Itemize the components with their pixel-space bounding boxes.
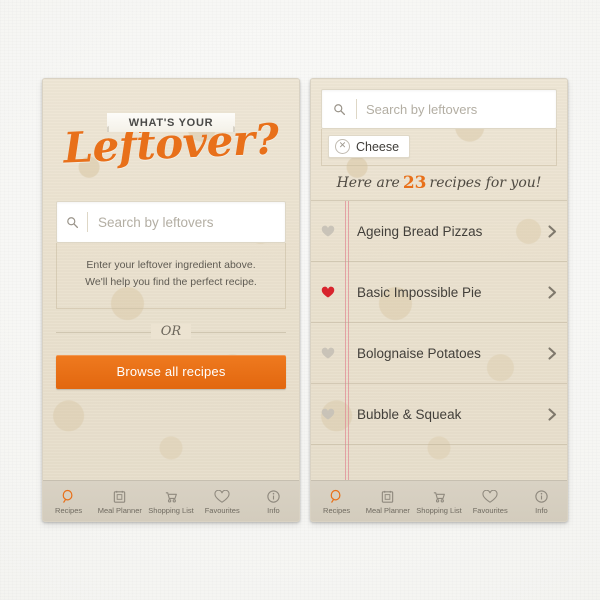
- tab-info[interactable]: Info: [248, 487, 299, 515]
- tab-bar-right: Recipes Meal Planner Shopping List Favou…: [311, 480, 567, 521]
- tab-label: Favourites: [472, 506, 508, 515]
- browse-all-recipes-button[interactable]: Browse all recipes: [56, 354, 286, 389]
- hint-line-2: We'll help you find the perfect recipe.: [85, 276, 257, 289]
- tab-label: Meal Planner: [365, 506, 410, 515]
- close-circle-icon[interactable]: ✕: [335, 139, 350, 154]
- tab-meal-planner[interactable]: Meal Planner: [362, 487, 413, 515]
- tab-meal-planner[interactable]: Meal Planner: [94, 487, 145, 515]
- tab-label: Info: [535, 506, 548, 515]
- search-icon: [322, 103, 356, 116]
- logo-ribbon: WHAT'S YOUR: [107, 113, 235, 132]
- recipe-title: Bubble & Squeak: [357, 406, 462, 422]
- favourite-heart-icon[interactable]: [311, 225, 345, 238]
- tab-shopping-list[interactable]: Shopping List: [413, 487, 464, 515]
- or-label: OR: [150, 324, 192, 340]
- magnifier-icon: [329, 487, 344, 504]
- shopping-cart-icon: [431, 487, 447, 504]
- magnifier-icon: [61, 487, 76, 504]
- tab-label: Recipes: [323, 506, 351, 515]
- home-content: WHAT'S YOUR Leftover? Enter your leftove…: [43, 79, 299, 480]
- tab-label: Recipes: [55, 506, 83, 515]
- favourite-heart-icon[interactable]: [311, 347, 345, 360]
- recipe-row[interactable]: Bubble & Squeak: [311, 384, 567, 445]
- results-header: Here are 23 recipes for you!: [311, 166, 567, 201]
- info-circle-icon: [266, 487, 281, 504]
- app-logo: WHAT'S YOUR Leftover?: [43, 79, 299, 199]
- tab-label: Info: [267, 506, 280, 515]
- results-search-input[interactable]: [357, 101, 556, 117]
- recipe-row[interactable]: Basic Impossible Pie: [311, 262, 567, 323]
- logo-ribbon-text: WHAT'S YOUR: [128, 116, 214, 129]
- heart-icon: [214, 487, 230, 504]
- active-filter-tags: ✕ Cheese: [321, 129, 557, 166]
- recipe-row[interactable]: Bolognaise Potatoes: [311, 323, 567, 384]
- search-icon: [57, 216, 87, 229]
- tab-favourites[interactable]: Favourites: [197, 487, 248, 515]
- favourite-heart-icon[interactable]: [311, 286, 345, 299]
- tab-shopping-list[interactable]: Shopping List: [145, 487, 196, 515]
- tab-info[interactable]: Info: [516, 487, 567, 515]
- filter-chip[interactable]: ✕ Cheese: [328, 135, 411, 158]
- tab-recipes[interactable]: Recipes: [43, 487, 94, 515]
- tab-label: Favourites: [204, 506, 240, 515]
- recipe-title: Bolognaise Potatoes: [357, 345, 481, 361]
- chevron-right-icon[interactable]: [537, 346, 567, 360]
- tab-label: Shopping List: [148, 506, 194, 515]
- favourite-heart-icon[interactable]: [311, 408, 345, 421]
- recipe-title: Basic Impossible Pie: [357, 284, 482, 300]
- filter-chip-label: Cheese: [356, 139, 400, 154]
- heart-icon: [482, 487, 498, 504]
- tab-bar-left: Recipes Meal Planner Shopping List Favou…: [43, 480, 299, 521]
- phone-screen-home: WHAT'S YOUR Leftover? Enter your leftove…: [42, 78, 300, 522]
- chevron-right-icon[interactable]: [537, 407, 567, 421]
- results-suffix: recipes for you!: [429, 175, 542, 191]
- results-content: ✕ Cheese Here are 23 recipes for you! Ag…: [311, 79, 567, 480]
- tab-favourites[interactable]: Favourites: [465, 487, 516, 515]
- results-count: 23: [402, 173, 427, 193]
- phone-screen-results: ✕ Cheese Here are 23 recipes for you! Ag…: [310, 78, 568, 522]
- recipe-title: Ageing Bread Pizzas: [357, 223, 483, 239]
- hint-line-1: Enter your leftover ingredient above.: [86, 259, 256, 271]
- browse-area: Browse all recipes: [43, 354, 299, 389]
- tab-label: Meal Planner: [97, 506, 142, 515]
- calendar-icon: [112, 487, 127, 504]
- search-input[interactable]: [88, 214, 285, 230]
- recipe-row[interactable]: Ageing Bread Pizzas: [311, 201, 567, 262]
- shopping-cart-icon: [163, 487, 179, 504]
- results-search-area: [311, 79, 567, 129]
- or-divider: OR: [56, 309, 286, 355]
- home-search-area: [43, 201, 299, 243]
- calendar-icon: [380, 487, 395, 504]
- results-search-box[interactable]: [321, 89, 557, 129]
- results-prefix: Here are: [336, 175, 400, 191]
- chevron-right-icon[interactable]: [537, 224, 567, 238]
- tab-recipes[interactable]: Recipes: [311, 487, 362, 515]
- search-hint: Enter your leftover ingredient above. We…: [56, 243, 286, 309]
- info-circle-icon: [534, 487, 549, 504]
- search-box[interactable]: [56, 201, 286, 243]
- recipe-list: Ageing Bread Pizzas Basic Impossible Pie…: [311, 201, 567, 480]
- tab-label: Shopping List: [416, 506, 462, 515]
- chevron-right-icon[interactable]: [537, 285, 567, 299]
